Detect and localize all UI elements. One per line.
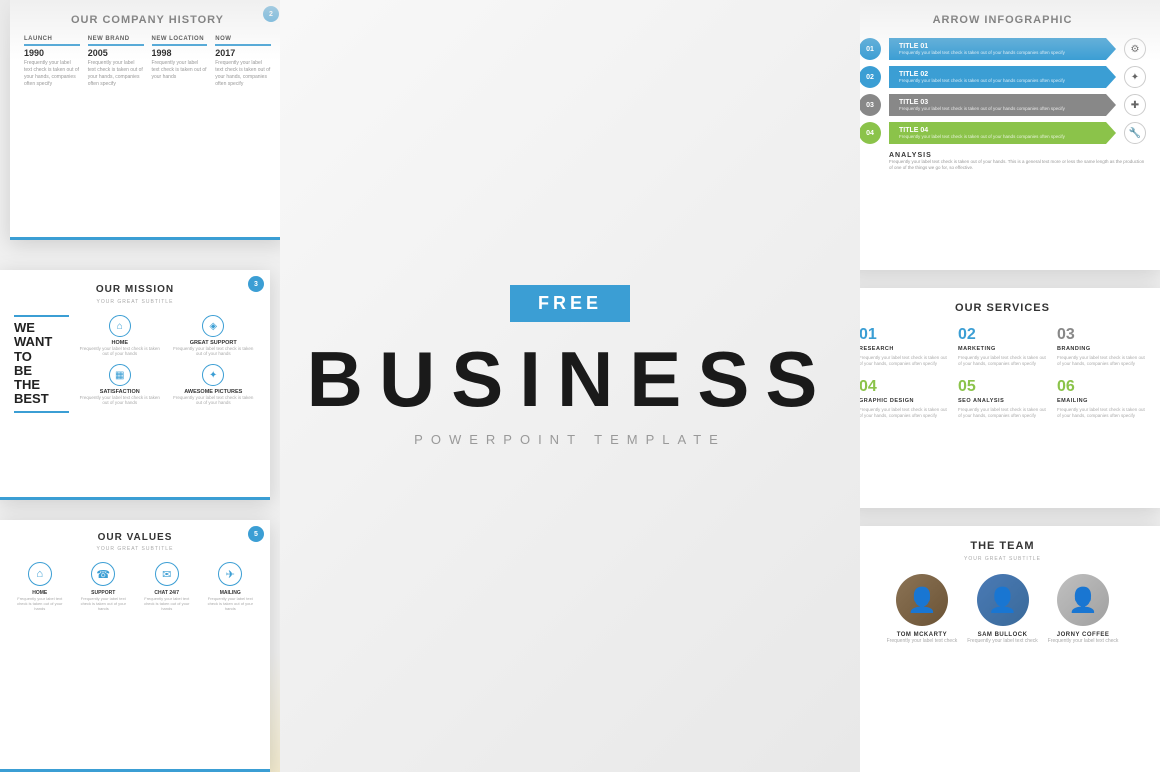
mission-subtitle: YOUR GREAT SUBTITLE <box>14 299 256 305</box>
team-slide: THE TEAM YOUR GREAT SUBTITLE 👤 TOM MCKAR… <box>845 526 1160 772</box>
our-services-title: OUR SERVICES <box>859 302 1146 314</box>
service-research: 01 RESEARCH Frequently your label text c… <box>859 326 948 368</box>
arrow-icon-4: 🔧 <box>1124 122 1146 144</box>
member-title-3: Frequently your label text check <box>1048 638 1119 644</box>
history-desc-3: Frequently your label text check is take… <box>152 60 208 81</box>
history-title: OUR COMPANY HISTORY <box>24 14 271 26</box>
mission-badge: 3 <box>248 276 264 292</box>
arrow-item-2: 02 TITLE 02 Frequently your label text c… <box>859 66 1146 88</box>
team-subtitle: YOUR GREAT SUBTITLE <box>859 556 1146 562</box>
free-badge: FREE <box>510 285 630 322</box>
values-icon-support: ☎ SUPPORT Frequently your label text che… <box>76 562 132 612</box>
values-badge: 5 <box>248 526 264 542</box>
powerpoint-subtitle: POWERPOINT TEMPLATE <box>414 432 726 447</box>
mission-slide: OUR MISSION YOUR GREAT SUBTITLE 3 WEWANT… <box>0 270 270 500</box>
arrow-item-4: 04 TITLE 04 Frequently your label text c… <box>859 122 1146 144</box>
values-slide: OUR VALUES YOUR GREAT SUBTITLE 5 ⌂ HOME … <box>0 520 270 772</box>
mission-icon-home: ⌂ HOME Frequently your label text check … <box>77 315 163 356</box>
service-marketing: 02 MARKETING Frequently your label text … <box>958 326 1047 368</box>
history-item-newbrand: NEW BRAND 2005 Frequently your label tex… <box>88 36 144 88</box>
values-icon-chat: ✉ CHAT 24/7 Frequently your label text c… <box>139 562 195 612</box>
arrow-title: ARROW INFOGRAPHIC <box>859 14 1146 26</box>
history-label-1: LAUNCH <box>24 36 80 42</box>
service-branding: 03 BRANDING Frequently your label text c… <box>1057 326 1146 368</box>
avatar-tom: 👤 <box>896 574 948 626</box>
service-seo: 05 SEO ANALYSIS Frequently your label te… <box>958 378 1047 420</box>
avatar-jorny: 👤 <box>1057 574 1109 626</box>
team-member-3: 👤 JORNY COFFEE Frequently your label tex… <box>1048 574 1119 644</box>
history-item-newlocation: NEW LOCATION 1998 Frequently your label … <box>152 36 208 88</box>
arrow-num-2: 02 <box>859 66 881 88</box>
values-icon-home: ⌂ HOME Frequently your label text check … <box>12 562 68 612</box>
arrow-icon-2: ✦ <box>1124 66 1146 88</box>
history-desc-1: Frequently your label text check is take… <box>24 60 80 88</box>
member-title-1: Frequently your label text check <box>887 638 958 644</box>
arrow-icon-3: ✚ <box>1124 94 1146 116</box>
member-title-2: Frequently your label text check <box>967 638 1038 644</box>
history-year-2: 2005 <box>88 48 144 58</box>
business-title: BUSINESS <box>307 340 834 418</box>
history-label-2: NEW BRAND <box>88 36 144 42</box>
history-year-3: 1998 <box>152 48 208 58</box>
history-label-3: NEW LOCATION <box>152 36 208 42</box>
mission-icon-support: ◈ GREAT SUPPORT Frequently your label te… <box>171 315 257 356</box>
arrow-num-3: 03 <box>859 94 881 116</box>
avatar-sam: 👤 <box>977 574 1029 626</box>
history-item-launch: LAUNCH 1990 Frequently your label text c… <box>24 36 80 88</box>
arrow-item-1: 01 TITLE 01 Frequently your label text c… <box>859 38 1146 60</box>
values-subtitle: YOUR GREAT SUBTITLE <box>12 546 258 552</box>
history-year-4: 2017 <box>215 48 271 58</box>
team-title: THE TEAM <box>859 540 1146 552</box>
arrow-num-4: 04 <box>859 122 881 144</box>
mission-tagline: WEWANTTOBETHE BEST <box>14 315 69 413</box>
mission-title: OUR MISSION <box>14 284 256 295</box>
history-desc-4: Frequently your label text check is take… <box>215 60 271 88</box>
our-services-slide: OUR SERVICES 01 RESEARCH Frequently your… <box>845 288 1160 508</box>
mission-icon-pictures: ✦ AWESOME PICTURES Frequently your label… <box>171 364 257 405</box>
service-emailing: 06 EMAILING Frequently your label text c… <box>1057 378 1146 420</box>
values-title: OUR VALUES <box>12 532 258 543</box>
arrow-item-3: 03 TITLE 03 Frequently your label text c… <box>859 94 1146 116</box>
values-icon-mailing: ✈ MAILING Frequently your label text che… <box>203 562 259 612</box>
arrow-icon-1: ⚙ <box>1124 38 1146 60</box>
analysis-text: Frequently your label text check is take… <box>889 159 1146 172</box>
history-year-1: 1990 <box>24 48 80 58</box>
history-slide: OUR COMPANY HISTORY 2 LAUNCH 1990 Freque… <box>10 0 285 240</box>
mission-icon-satisfaction: ▦ SATISFACTION Frequently your label tex… <box>77 364 163 405</box>
team-member-1: 👤 TOM MCKARTY Frequently your label text… <box>887 574 958 644</box>
history-badge: 2 <box>263 6 279 22</box>
history-desc-2: Frequently your label text check is take… <box>88 60 144 88</box>
center-area: FREE BUSINESS POWERPOINT TEMPLATE <box>280 0 860 772</box>
service-graphic-design: 04 GRAPHIC DESIGN Frequently your label … <box>859 378 948 420</box>
history-item-now: NOW 2017 Frequently your label text chec… <box>215 36 271 88</box>
analysis-title: ANALYSIS <box>889 152 1146 159</box>
team-member-2: 👤 SAM BULLOCK Frequently your label text… <box>967 574 1038 644</box>
arrow-num-1: 01 <box>859 38 881 60</box>
arrow-slide: ARROW INFOGRAPHIC 01 TITLE 01 Frequently… <box>845 0 1160 270</box>
history-label-4: NOW <box>215 36 271 42</box>
